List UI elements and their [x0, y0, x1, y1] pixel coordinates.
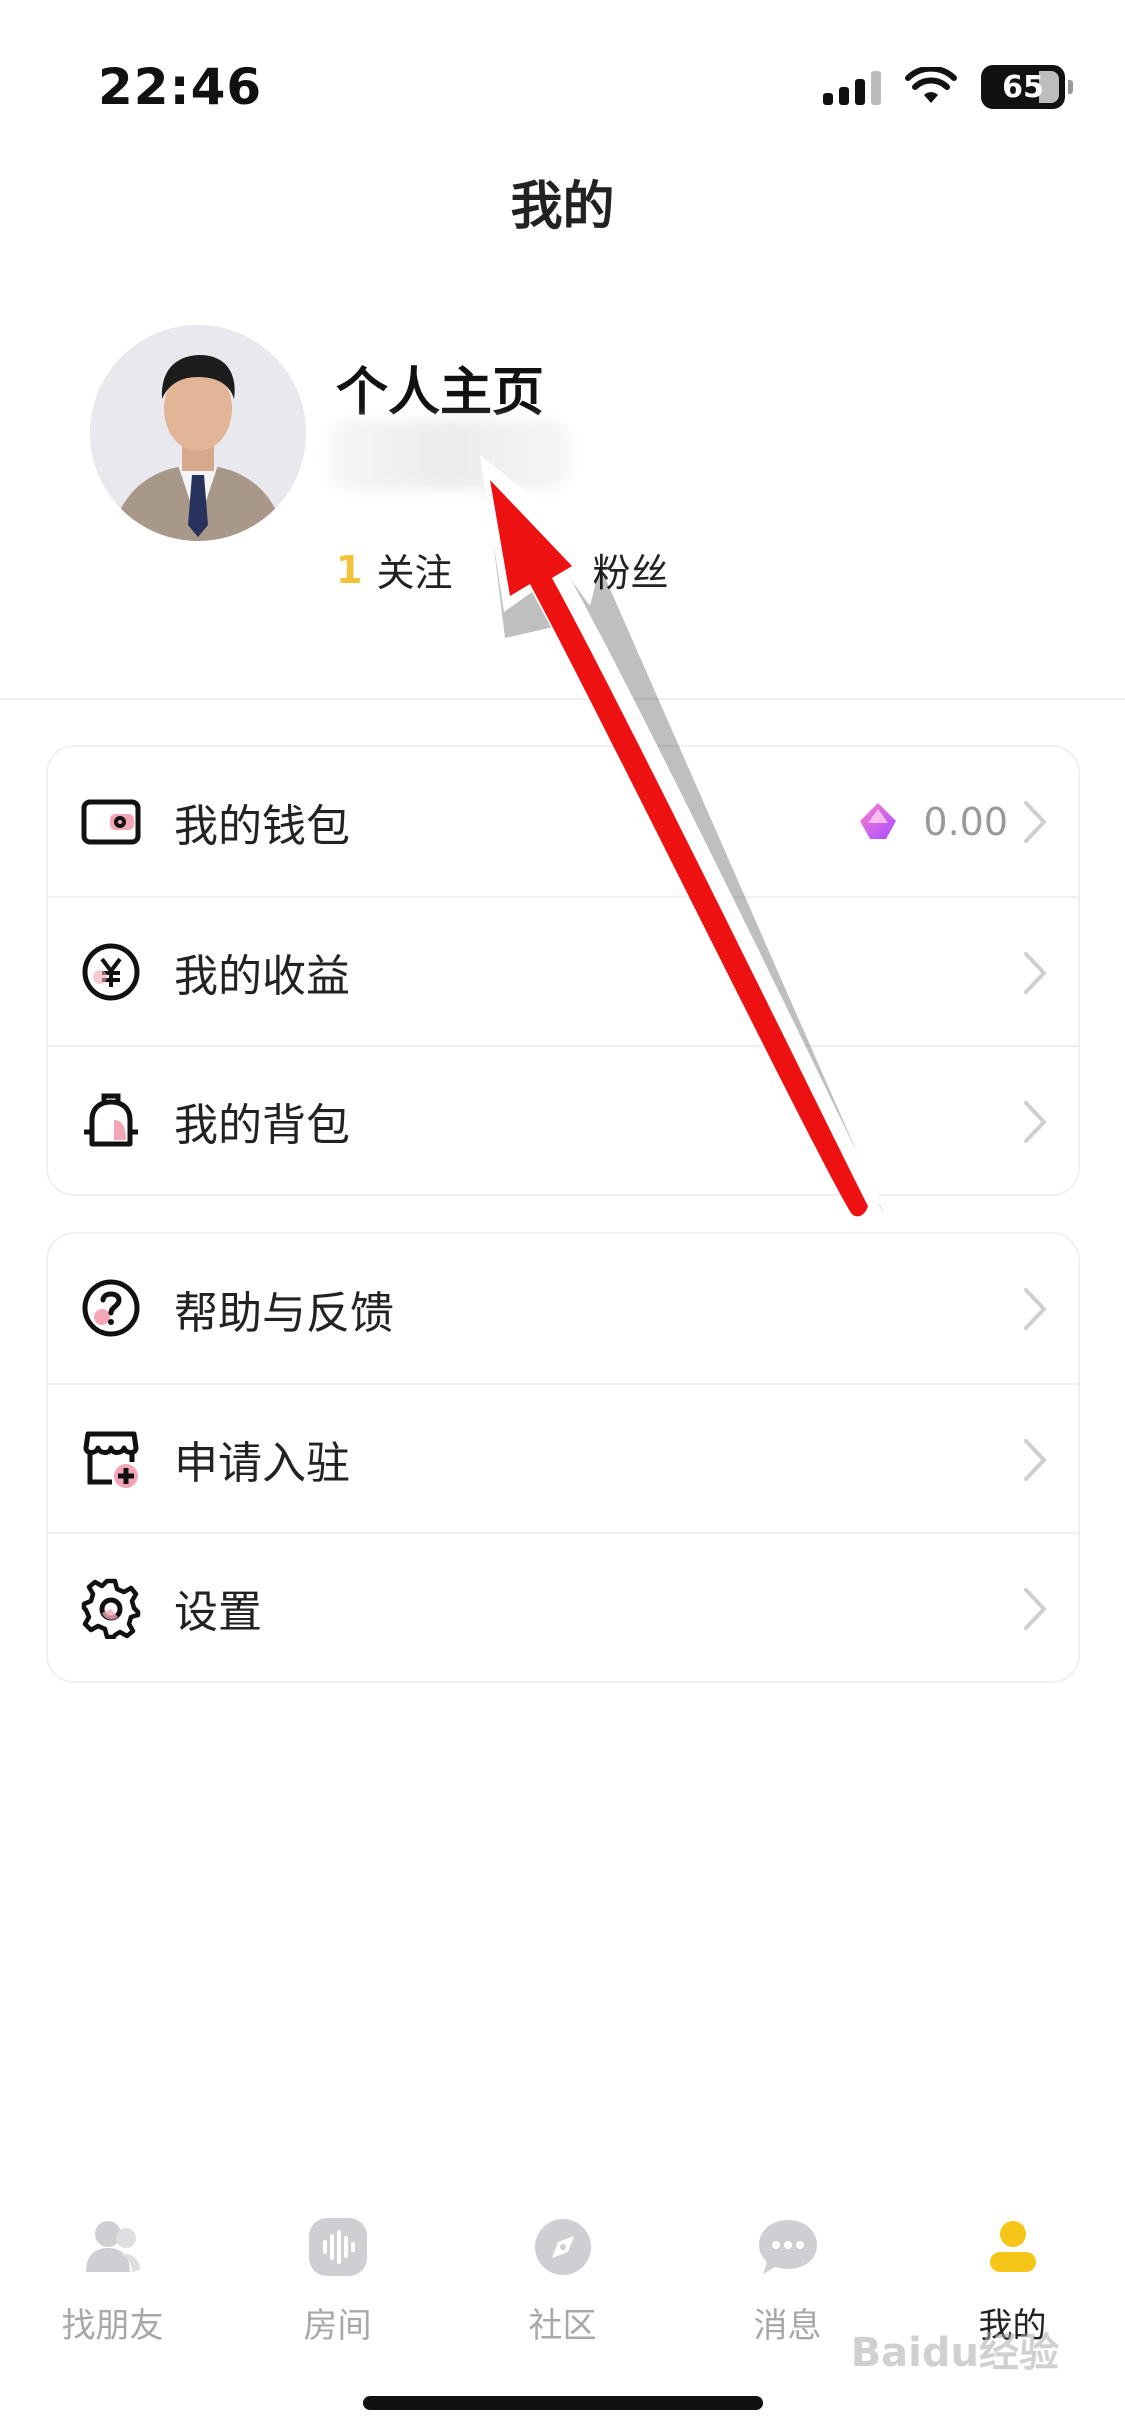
menu-item-label: 我的钱包 — [174, 800, 350, 852]
chevron-right-icon — [1024, 1588, 1047, 1630]
status-bar: 22:46 65 — [0, 0, 1125, 150]
home-indicator[interactable] — [363, 2396, 763, 2410]
chevron-right-icon — [1024, 1101, 1047, 1143]
cellular-signal-icon — [823, 69, 881, 105]
following-label: 关注 — [376, 551, 453, 595]
compass-icon — [534, 2219, 591, 2275]
wallet-icon — [81, 799, 141, 845]
menu-item-earnings[interactable]: 我的收益 — [48, 896, 1078, 1045]
wallet-balance: 0.00 — [923, 799, 1008, 844]
friends-icon — [85, 2221, 140, 2272]
backpack-icon — [84, 1093, 138, 1147]
menu-item-label: 申请入驻 — [174, 1437, 350, 1489]
menu-item-label: 我的收益 — [174, 950, 350, 1002]
avatar[interactable] — [90, 325, 306, 541]
chevron-right-icon — [1024, 952, 1047, 994]
section-divider — [0, 698, 1125, 700]
chevron-right-icon — [1024, 1288, 1047, 1330]
chevron-right-icon — [1024, 1439, 1047, 1481]
menu-item-apply-settle[interactable]: 申请入驻 — [48, 1383, 1078, 1532]
page-title: 我的 — [510, 177, 615, 237]
status-icons: 65 — [823, 62, 1073, 112]
store-add-icon — [83, 1431, 139, 1488]
tab-label: 社区 — [528, 2306, 597, 2346]
gear-icon — [81, 1578, 141, 1639]
chevron-right-icon — [1024, 801, 1047, 843]
tab-label: 消息 — [753, 2306, 822, 2346]
menu-item-label: 帮助与反馈 — [174, 1287, 394, 1339]
diamond-icon — [860, 803, 896, 839]
following-stat[interactable]: 1 关注 — [336, 542, 452, 597]
menu-item-wallet[interactable]: 我的钱包 0.00 — [48, 747, 1078, 896]
battery-level: 65 — [1002, 69, 1044, 105]
avatar-image — [90, 325, 306, 541]
following-count: 1 — [336, 547, 363, 592]
profile-stats: 1 关注 粉丝 — [336, 542, 728, 597]
battery-icon: 65 — [981, 65, 1073, 109]
menu-item-help-feedback[interactable]: 帮助与反馈 — [48, 1234, 1078, 1383]
tab-community[interactable]: 社区 — [450, 2200, 675, 2370]
tab-label: 找朋友 — [61, 2306, 164, 2346]
menu-item-label: 我的背包 — [174, 1099, 350, 1151]
menu-item-backpack[interactable]: 我的背包 — [48, 1045, 1078, 1194]
watermark: Baidu经验 — [850, 2330, 1059, 2376]
room-audio-icon — [308, 2218, 367, 2276]
message-icon — [758, 2220, 817, 2274]
menu-card-assets: 我的钱包 0.00 我的收益 我的背包 — [46, 745, 1080, 1196]
followers-label: 粉丝 — [592, 551, 669, 595]
profile-id-redacted — [330, 420, 570, 490]
menu-card-support: 帮助与反馈 申请入驻 设置 — [46, 1232, 1080, 1683]
tab-room[interactable]: 房间 — [225, 2200, 450, 2370]
menu-item-label: 设置 — [174, 1586, 262, 1638]
tab-label: 房间 — [303, 2306, 372, 2346]
menu-item-settings[interactable]: 设置 — [48, 1532, 1078, 1681]
help-icon — [82, 1279, 140, 1337]
profile-icon — [989, 2221, 1036, 2272]
wifi-icon — [905, 67, 957, 103]
yuan-icon — [82, 943, 140, 1001]
status-time: 22:46 — [98, 58, 263, 116]
tab-find-friends[interactable]: 找朋友 — [0, 2200, 225, 2370]
profile-home-link[interactable]: 个人主页 — [336, 350, 544, 425]
followers-stat[interactable]: 粉丝 — [592, 542, 668, 597]
